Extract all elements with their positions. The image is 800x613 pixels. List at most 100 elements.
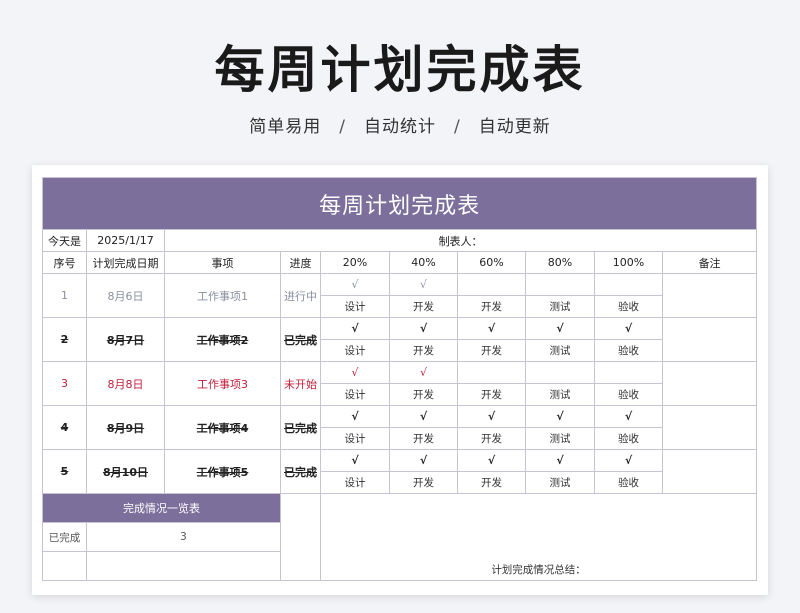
row-status[interactable]: 已完成 [280, 449, 321, 494]
row-note[interactable] [661, 405, 758, 450]
stage-label[interactable]: 验收 [594, 383, 663, 406]
progress-mark[interactable]: √ [525, 405, 595, 428]
row-item[interactable]: 工作事项2 [164, 317, 281, 362]
row-note[interactable] [661, 317, 758, 362]
row-item[interactable]: 工作事项4 [164, 405, 281, 450]
progress-mark[interactable]: √ [320, 273, 390, 296]
row-date[interactable]: 8月10日 [86, 449, 165, 494]
row-date[interactable]: 8月8日 [86, 361, 165, 406]
stage-label[interactable]: 设计 [320, 295, 390, 318]
progress-mark[interactable]: √ [457, 405, 526, 428]
progress-mark[interactable]: √ [525, 449, 595, 472]
progress-mark[interactable] [525, 361, 595, 384]
stage-label[interactable]: 验收 [594, 471, 663, 494]
progress-mark[interactable]: √ [320, 361, 390, 384]
stage-label[interactable]: 测试 [525, 383, 595, 406]
row-note[interactable] [661, 273, 758, 318]
progress-mark[interactable] [594, 273, 663, 296]
hero-subtitle: 简单易用 / 自动统计 / 自动更新 [0, 112, 800, 137]
stage-label[interactable]: 开发 [457, 383, 526, 406]
row-item[interactable]: 工作事项3 [164, 361, 281, 406]
progress-mark[interactable]: √ [389, 449, 458, 472]
row-status[interactable]: 未开始 [280, 361, 321, 406]
row-item[interactable]: 工作事项1 [164, 273, 281, 318]
today-value[interactable]: 2025/1/17 [86, 229, 165, 252]
col-header[interactable]: 序号 [42, 251, 87, 274]
spreadsheet: 每周计划完成表 今天是 2025/1/17 制表人： 序号 计划完成日期 事项 … [32, 165, 768, 595]
stage-label[interactable]: 开发 [457, 471, 526, 494]
col-header[interactable]: 备注 [661, 251, 758, 274]
stage-label[interactable]: 设计 [320, 383, 390, 406]
stage-label[interactable]: 设计 [320, 339, 390, 362]
col-header[interactable]: 进度 [280, 251, 321, 274]
subtitle-separator: / [454, 117, 461, 137]
stage-label[interactable]: 验收 [594, 295, 663, 318]
stage-label[interactable]: 验收 [594, 339, 663, 362]
col-header[interactable]: 事项 [164, 251, 281, 274]
progress-mark[interactable]: √ [594, 405, 663, 428]
progress-mark[interactable] [525, 273, 595, 296]
summary-empty[interactable] [86, 551, 281, 581]
col-header[interactable]: 40% [389, 251, 458, 274]
progress-mark[interactable]: √ [320, 405, 390, 428]
progress-mark[interactable] [594, 361, 663, 384]
progress-mark[interactable]: √ [320, 449, 390, 472]
sheet-title[interactable]: 每周计划完成表 [41, 177, 758, 230]
stage-label[interactable]: 开发 [457, 295, 526, 318]
row-date[interactable]: 8月6日 [86, 273, 165, 318]
row-id[interactable]: 1 [42, 273, 87, 318]
row-id[interactable]: 4 [42, 405, 87, 450]
row-note[interactable] [661, 361, 758, 406]
stage-label[interactable]: 测试 [525, 295, 595, 318]
stage-label[interactable]: 开发 [389, 383, 458, 406]
row-item[interactable]: 工作事项5 [164, 449, 281, 494]
summary-empty[interactable] [42, 551, 87, 581]
stage-label[interactable]: 测试 [525, 339, 595, 362]
col-header[interactable]: 计划完成日期 [86, 251, 165, 274]
progress-mark[interactable]: √ [389, 317, 458, 340]
progress-mark[interactable]: √ [389, 361, 458, 384]
stage-label[interactable]: 设计 [320, 471, 390, 494]
summary-label[interactable]: 已完成 [42, 522, 87, 552]
stage-label[interactable]: 验收 [594, 427, 663, 450]
row-id[interactable]: 2 [42, 317, 87, 362]
stage-label[interactable]: 设计 [320, 427, 390, 450]
col-header[interactable]: 80% [525, 251, 595, 274]
progress-mark[interactable]: √ [594, 317, 663, 340]
stage-label[interactable]: 开发 [389, 427, 458, 450]
row-date[interactable]: 8月9日 [86, 405, 165, 450]
progress-mark[interactable]: √ [594, 449, 663, 472]
row-note[interactable] [661, 449, 758, 494]
stage-label[interactable]: 开发 [457, 339, 526, 362]
stage-label[interactable]: 开发 [389, 295, 458, 318]
row-status[interactable]: 已完成 [280, 405, 321, 450]
progress-mark[interactable]: √ [525, 317, 595, 340]
stage-label[interactable]: 测试 [525, 427, 595, 450]
stage-label[interactable]: 测试 [525, 471, 595, 494]
progress-mark[interactable] [457, 273, 526, 296]
today-label[interactable]: 今天是 [42, 229, 87, 252]
col-header[interactable]: 20% [320, 251, 390, 274]
progress-mark[interactable]: √ [320, 317, 390, 340]
progress-mark[interactable]: √ [389, 405, 458, 428]
progress-mark[interactable]: √ [457, 317, 526, 340]
row-date[interactable]: 8月7日 [86, 317, 165, 362]
row-status[interactable]: 进行中 [280, 273, 321, 318]
progress-mark[interactable]: √ [457, 449, 526, 472]
plan-table: 每周计划完成表 今天是 2025/1/17 制表人： 序号 计划完成日期 事项 … [41, 177, 758, 581]
progress-mark[interactable]: √ [389, 273, 458, 296]
summary-title[interactable]: 完成情况一览表 [42, 493, 281, 523]
row-id[interactable]: 5 [42, 449, 87, 494]
progress-mark[interactable] [457, 361, 526, 384]
col-header[interactable]: 100% [594, 251, 663, 274]
table-row: 3 8月8日 工作事项3 未开始 √ √ [42, 361, 758, 406]
stage-label[interactable]: 开发 [389, 471, 458, 494]
row-id[interactable]: 3 [42, 361, 87, 406]
col-header[interactable]: 60% [457, 251, 526, 274]
summary-value[interactable]: 3 [86, 522, 281, 552]
maker-label[interactable]: 制表人： [163, 229, 758, 252]
plan-summary-label[interactable]: 计划完成情况总结： [319, 493, 758, 581]
stage-label[interactable]: 开发 [389, 339, 458, 362]
stage-label[interactable]: 开发 [457, 427, 526, 450]
row-status[interactable]: 已完成 [280, 317, 321, 362]
